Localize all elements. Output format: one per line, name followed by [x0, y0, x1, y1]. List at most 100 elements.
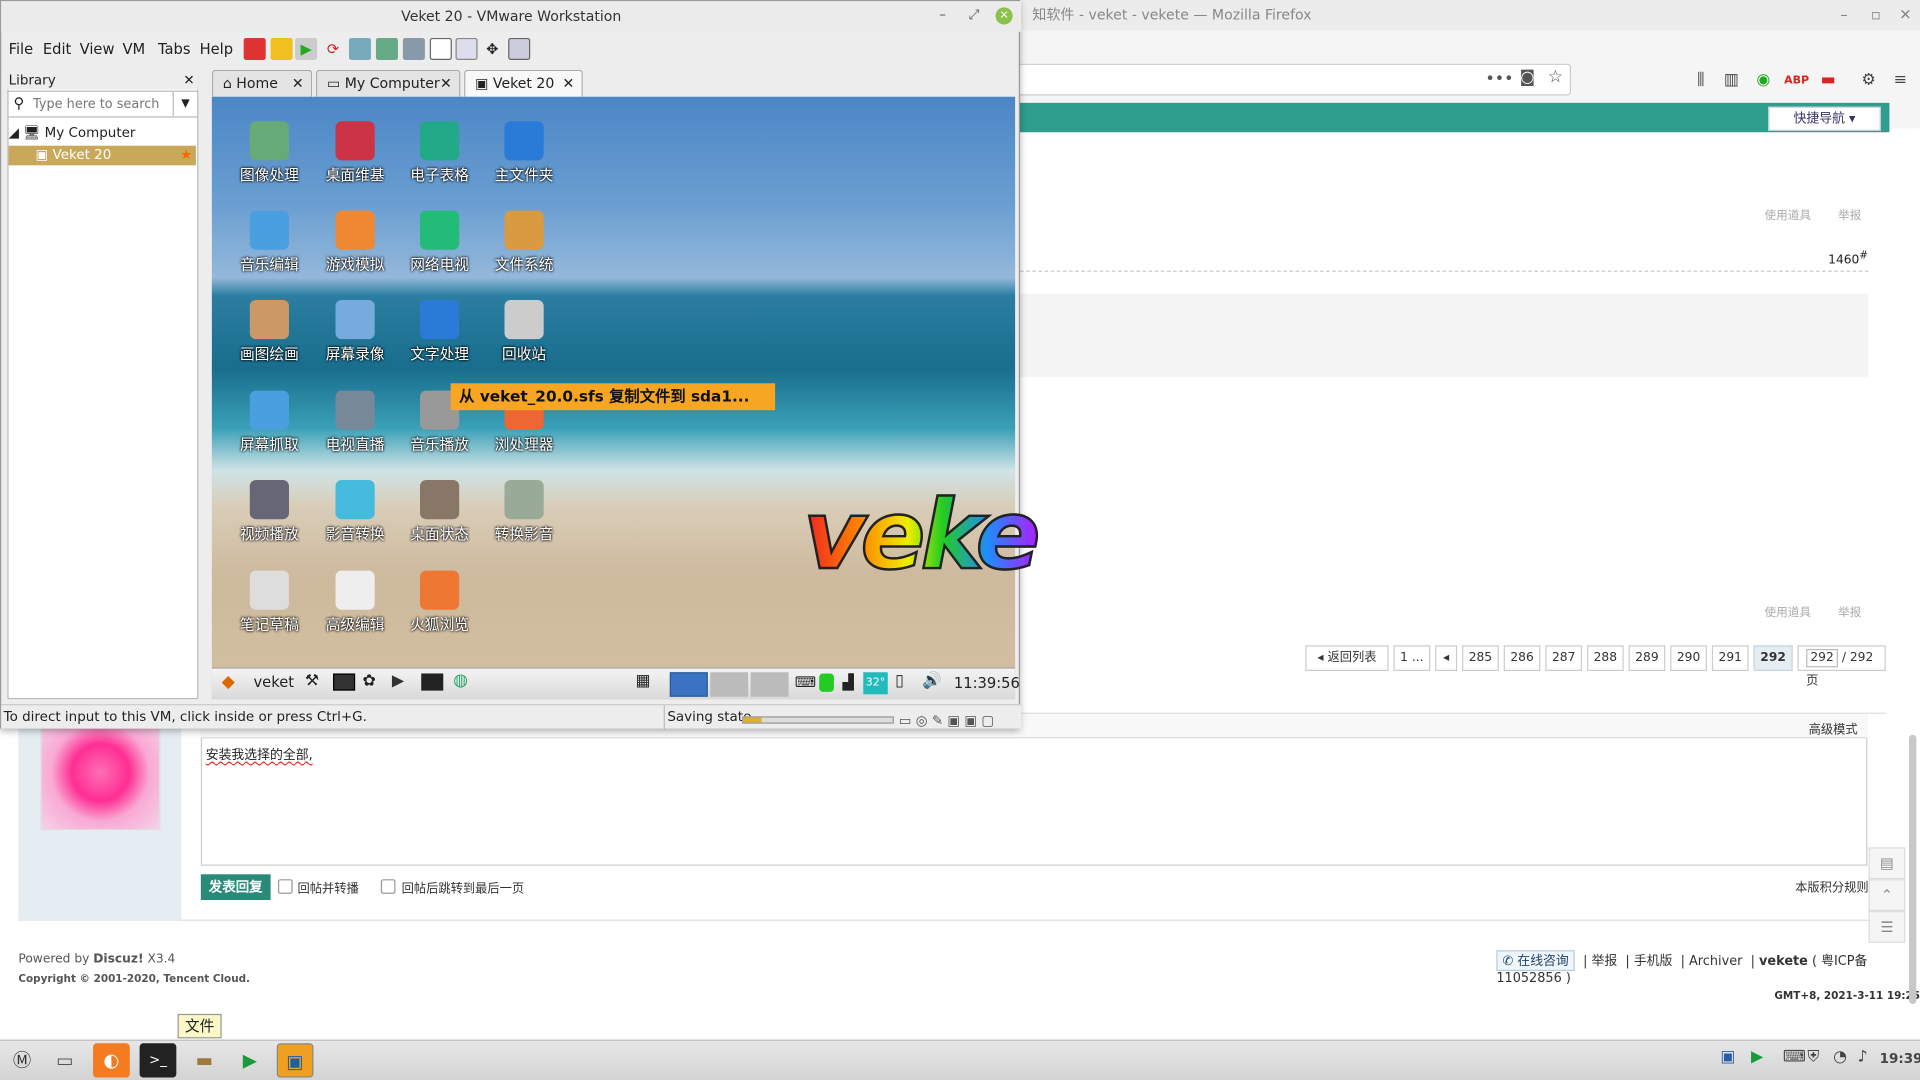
page-288-button[interactable]: 288 [1586, 645, 1624, 672]
tab-my-computer-close-icon[interactable]: ✕ [440, 71, 452, 97]
unity-icon[interactable] [508, 37, 531, 61]
desktop-icon-7[interactable]: 文件系统 [481, 210, 567, 275]
desktop-icon-20[interactable]: 笔记草稿 [227, 570, 313, 635]
show-library-icon[interactable] [429, 37, 452, 61]
mint-menu-icon[interactable]: Ⓜ [4, 1043, 41, 1077]
desktop-icon-16[interactable]: 视频播放 [227, 480, 313, 544]
snapshot-manager-icon[interactable] [402, 37, 425, 61]
firefox-launcher-icon[interactable]: ◐ [93, 1043, 130, 1078]
menu-help[interactable]: Help [200, 36, 234, 63]
expand-arrow-icon[interactable]: ◢ [9, 125, 19, 141]
avatar[interactable] [40, 724, 161, 831]
snapshot-icon[interactable] [348, 37, 372, 61]
page-290-button[interactable]: 290 [1670, 645, 1707, 672]
list-icon[interactable]: ☰ [1868, 911, 1906, 943]
extension-green-icon[interactable]: ◉ [1752, 71, 1774, 91]
terminal-icon[interactable]: >_ [139, 1043, 177, 1078]
thumbnail-icon[interactable] [455, 37, 478, 61]
extension-red-icon[interactable]: ▬ [1817, 71, 1839, 91]
desktop-icon-12[interactable]: 屏幕抓取 [227, 390, 313, 455]
signal-icon[interactable]: ▟ [842, 673, 853, 690]
desktop-icon-18[interactable]: 桌面状态 [397, 480, 483, 544]
points-rules-link[interactable]: 本版积分规则 [1795, 877, 1868, 895]
clipboard-icon[interactable]: ▯ [895, 672, 904, 690]
tab-home[interactable]: ⌂ Home ✕ [211, 69, 313, 97]
use-tool-link-2[interactable]: 使用道具 [1765, 602, 1812, 619]
library-icon[interactable]: ⫼ [1690, 71, 1712, 91]
vmware-taskbar-icon[interactable]: ▣ [276, 1043, 314, 1078]
workspace-2[interactable] [710, 672, 749, 697]
show-desktop-icon[interactable]: ▭ [47, 1043, 84, 1077]
report-link-1[interactable]: 举报 [1838, 206, 1861, 222]
play-icon[interactable]: ▶ [392, 672, 404, 690]
desktop-icon-13[interactable]: 电视直播 [312, 390, 398, 455]
desktop-icon-21[interactable]: 高级编辑 [312, 570, 398, 635]
library-veket20[interactable]: ▣ Veket 20 ★ [8, 145, 196, 166]
suspend-icon[interactable] [270, 37, 293, 61]
library-my-computer[interactable]: ◢ 🖥 My Computer [9, 124, 136, 144]
desktop-icon-19[interactable]: 转换影音 [481, 480, 567, 544]
vm-minimize-icon[interactable]: – [939, 6, 946, 22]
discuz-link[interactable]: Discuz! [93, 953, 143, 966]
favorite-star-icon[interactable]: ★ [180, 146, 192, 166]
menu-file[interactable]: File [9, 36, 34, 63]
tools-icon[interactable]: ⚒ [305, 672, 319, 690]
battery-icon[interactable] [819, 673, 834, 692]
library-close-icon[interactable]: ✕ [183, 71, 194, 89]
jump-last-checkbox[interactable] [380, 879, 396, 894]
revert-snapshot-icon[interactable] [375, 37, 398, 61]
desktop-icon-22[interactable]: 火狐浏览 [397, 570, 483, 635]
library-search-input[interactable] [33, 94, 168, 114]
terminal-guest-icon[interactable] [421, 673, 444, 691]
desktop-icon-3[interactable]: 主文件夹 [481, 121, 567, 185]
tab-veket20-close-icon[interactable]: ✕ [562, 71, 574, 97]
desktop-icon-2[interactable]: 电子表格 [397, 121, 483, 185]
submit-reply-button[interactable]: 发表回复 [200, 874, 271, 901]
menu-tabs[interactable]: Tabs [158, 36, 191, 63]
fullscreen-icon[interactable]: ✥ [481, 38, 503, 60]
page-289-button[interactable]: 289 [1628, 645, 1666, 672]
settings-icon[interactable]: ✿ [362, 672, 375, 690]
desktop-icon-0[interactable]: 图像处理 [227, 121, 313, 185]
page-285-button[interactable]: 285 [1462, 645, 1499, 672]
use-tool-link-1[interactable]: 使用道具 [1765, 206, 1812, 222]
vm-close-icon[interactable]: ✕ [995, 7, 1013, 25]
workspace-1[interactable] [669, 672, 708, 697]
tab-home-close-icon[interactable]: ✕ [292, 71, 304, 97]
library-search[interactable]: ⚲ ▼ [7, 90, 199, 118]
mobile-link[interactable]: 手机版 [1634, 954, 1673, 969]
wifi-icon[interactable]: ◔ [1833, 1048, 1847, 1066]
url-bar[interactable]: ••• ◙ ☆ [1020, 63, 1572, 96]
minimize-icon[interactable]: – [1840, 0, 1847, 31]
shield-icon[interactable]: ⛨ [1807, 1048, 1819, 1066]
workspace-3[interactable] [750, 672, 789, 697]
repost-checkbox[interactable] [277, 879, 293, 894]
page-actions-icon[interactable]: ••• [1485, 70, 1513, 88]
editor-content[interactable]: 安装我选择的全部, [206, 746, 313, 764]
desktop-icon-8[interactable]: 画图绘画 [227, 300, 313, 364]
desktop-icon-5[interactable]: 游戏模拟 [312, 210, 398, 275]
adblock-icon[interactable]: ABP [1784, 71, 1809, 91]
hamburger-menu-icon[interactable]: ≡ [1889, 71, 1911, 91]
advanced-mode-link[interactable]: 高级模式 [1809, 719, 1858, 737]
desktop-icon-4[interactable]: 音乐编辑 [227, 210, 313, 275]
tab-my-computer[interactable]: ▭ My Computer ✕ [315, 69, 461, 97]
back-to-list-button[interactable]: ◂ 返回列表 [1305, 645, 1389, 672]
page-first-button[interactable]: 1 ... [1393, 645, 1431, 672]
veket-menu-icon[interactable]: ◆ [222, 672, 235, 692]
power-on-icon[interactable]: ▶ [295, 37, 318, 61]
desktop-icon-17[interactable]: 影音转换 [312, 480, 398, 544]
menu-vm[interactable]: VM [122, 36, 145, 63]
back-to-top-icon[interactable]: ⌃ [1868, 879, 1906, 912]
reset-icon[interactable]: ⟳ [322, 38, 344, 60]
comment-icon[interactable]: ▤ [1868, 847, 1906, 880]
desktop-icon-6[interactable]: 网络电视 [397, 210, 483, 275]
maximize-icon[interactable]: ▫ [1871, 0, 1881, 31]
quick-nav-button[interactable]: 快捷导航 ▾ [1768, 106, 1881, 132]
screenshot-icon[interactable]: ▦ [636, 672, 651, 690]
site-link[interactable]: vekete [1759, 954, 1808, 969]
desktop-icon-10[interactable]: 文字处理 [397, 300, 483, 364]
report-link-2[interactable]: 举报 [1838, 602, 1861, 619]
globe-icon[interactable]: ◍ [453, 671, 468, 691]
vmware-tray-icon[interactable]: ▣ [1720, 1048, 1735, 1066]
